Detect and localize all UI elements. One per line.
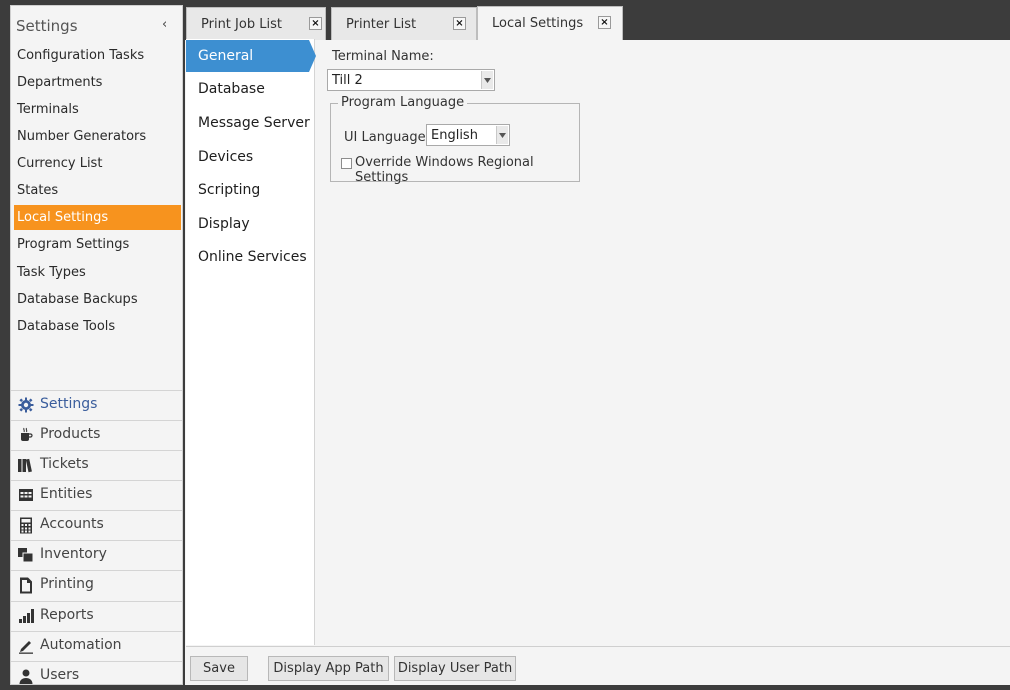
ui-language-combo[interactable]: English xyxy=(426,124,510,146)
gear-icon xyxy=(17,396,35,414)
override-regional-settings-label[interactable]: Override Windows Regional Settings xyxy=(355,155,579,185)
ui-language-label: UI Language: xyxy=(344,130,431,145)
program-language-group: Program Language UI Language: English Ov… xyxy=(330,95,580,185)
close-icon[interactable]: × xyxy=(598,16,611,29)
tickets-icon xyxy=(17,456,35,474)
tab-label: Print Job List xyxy=(201,17,282,32)
nav-users[interactable]: Users xyxy=(11,661,182,690)
sidebar-item-configuration-tasks[interactable]: Configuration Tasks xyxy=(14,43,181,68)
sidebar-item-database-backups[interactable]: Database Backups xyxy=(14,287,181,312)
sidebar-item-number-generators[interactable]: Number Generators xyxy=(14,124,181,149)
tab-bar: Print Job List × Printer List × Local Se… xyxy=(185,5,1010,40)
terminal-name-label: Terminal Name: xyxy=(332,49,434,64)
sidebar-item-currency-list[interactable]: Currency List xyxy=(14,151,181,176)
sidebar-item-database-tools[interactable]: Database Tools xyxy=(14,314,181,339)
bar-chart-icon xyxy=(17,607,35,625)
nav-automation[interactable]: Automation xyxy=(11,631,182,660)
chevron-down-icon[interactable] xyxy=(481,71,493,89)
ui-language-value: English xyxy=(431,128,478,143)
chevron-down-icon[interactable] xyxy=(496,126,508,144)
nav-inventory[interactable]: Inventory xyxy=(11,540,182,569)
table-icon xyxy=(17,486,35,504)
tab-label: Printer List xyxy=(346,17,417,32)
sidebar-title: Settings xyxy=(16,17,78,35)
settings-subnav: General Database Message Server Devices … xyxy=(186,39,316,645)
tab-local-settings[interactable]: Local Settings × xyxy=(477,6,623,40)
subnav-label: General xyxy=(198,48,254,64)
subnav-item-scripting[interactable]: Scripting xyxy=(186,174,314,206)
tab-print-job-list[interactable]: Print Job List × xyxy=(186,7,326,40)
sidebar-item-terminals[interactable]: Terminals xyxy=(14,97,181,122)
collapse-icon[interactable]: ‹ xyxy=(162,17,167,32)
coffee-cup-icon xyxy=(17,426,35,444)
user-icon xyxy=(17,667,35,685)
terminal-name-combo[interactable]: Till 2 xyxy=(327,69,495,91)
sidebar-item-local-settings[interactable]: Local Settings xyxy=(14,205,181,230)
subnav-item-general[interactable]: General xyxy=(186,40,316,72)
document-icon xyxy=(17,576,35,594)
settings-sidebar: Settings ‹ Configuration Tasks Departmen… xyxy=(10,5,183,685)
program-language-legend: Program Language xyxy=(338,95,468,110)
general-settings-form: Terminal Name: Till 2 Program Language U… xyxy=(327,45,1007,195)
override-regional-settings-checkbox[interactable] xyxy=(341,158,352,169)
sidebar-item-program-settings[interactable]: Program Settings xyxy=(14,232,181,257)
nav-label: Tickets xyxy=(40,456,89,472)
nav-products[interactable]: Products xyxy=(11,420,182,449)
nav-label: Reports xyxy=(40,607,94,623)
subnav-item-message-server[interactable]: Message Server xyxy=(186,107,314,139)
nav-label: Products xyxy=(40,426,101,442)
nav-settings[interactable]: Settings xyxy=(11,390,182,419)
subnav-item-online-services[interactable]: Online Services xyxy=(186,241,314,273)
nav-label: Automation xyxy=(40,637,122,653)
close-icon[interactable]: × xyxy=(453,17,466,30)
nav-label: Inventory xyxy=(40,546,107,562)
footer-bar: Save Display App Path Display User Path xyxy=(186,646,1010,685)
subnav-item-devices[interactable]: Devices xyxy=(186,141,314,173)
nav-reports[interactable]: Reports xyxy=(11,601,182,630)
active-indicator xyxy=(309,40,316,72)
pen-icon xyxy=(17,637,35,655)
close-icon[interactable]: × xyxy=(309,17,322,30)
nav-printing[interactable]: Printing xyxy=(11,570,182,599)
terminal-name-value: Till 2 xyxy=(332,73,363,88)
tab-printer-list[interactable]: Printer List × xyxy=(331,7,477,40)
nav-label: Entities xyxy=(40,486,93,502)
nav-label: Users xyxy=(40,667,80,683)
tab-label: Local Settings xyxy=(492,16,584,31)
nav-label: Settings xyxy=(40,396,98,412)
save-button[interactable]: Save xyxy=(190,656,248,681)
nav-accounts[interactable]: Accounts xyxy=(11,510,182,539)
calculator-icon xyxy=(17,516,35,534)
nav-entities[interactable]: Entities xyxy=(11,480,182,509)
nav-label: Printing xyxy=(40,576,94,592)
sidebar-item-states[interactable]: States xyxy=(14,178,181,203)
display-user-path-button[interactable]: Display User Path xyxy=(394,656,516,681)
sidebar-item-departments[interactable]: Departments xyxy=(14,70,181,95)
sidebar-item-task-types[interactable]: Task Types xyxy=(14,260,181,285)
subnav-item-display[interactable]: Display xyxy=(186,208,314,240)
sidebar-header: Settings ‹ xyxy=(11,6,182,42)
subnav-item-database[interactable]: Database xyxy=(186,73,314,105)
nav-tickets[interactable]: Tickets xyxy=(11,450,182,479)
inventory-icon xyxy=(17,546,35,564)
display-app-path-button[interactable]: Display App Path xyxy=(268,656,389,681)
nav-label: Accounts xyxy=(40,516,104,532)
